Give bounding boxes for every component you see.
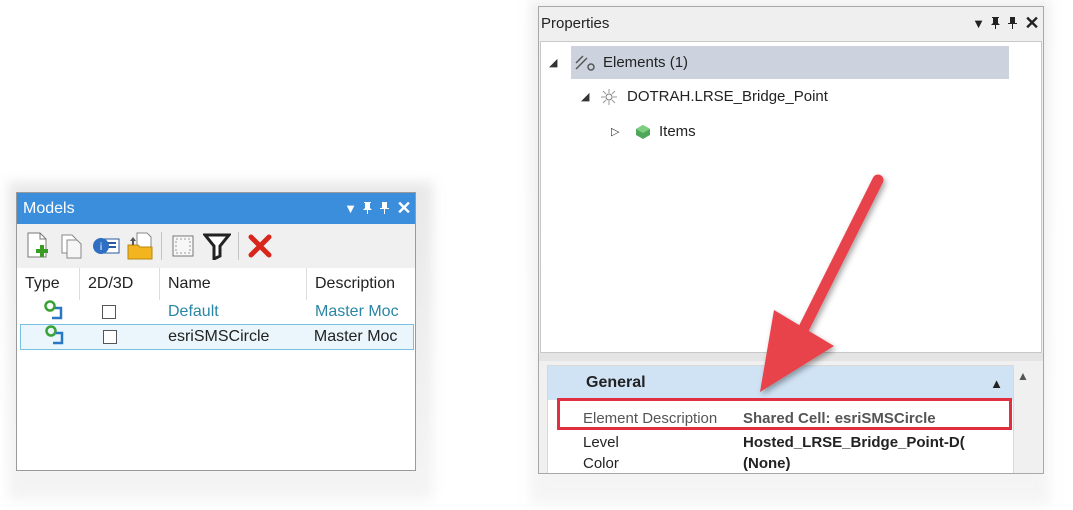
expand-toggle[interactable]: ▷ [611, 125, 635, 138]
design-model-icon [17, 299, 80, 325]
pin-icon[interactable] [987, 16, 1004, 32]
tree-item-elements[interactable]: ◢ Elements (1) [549, 46, 1009, 79]
filter-button[interactable] [202, 231, 232, 261]
dock-pin-icon[interactable] [1004, 16, 1021, 32]
property-label: Level [583, 433, 619, 451]
toolbar-separator [161, 232, 162, 260]
property-value: (None) [743, 454, 791, 472]
column-name[interactable]: Name [160, 268, 307, 300]
tree-item-items[interactable]: ▷ Items [611, 115, 696, 148]
close-button[interactable]: ✕ [393, 198, 415, 219]
column-2d3d[interactable]: 2D/3D [80, 268, 160, 300]
model-3d-checkbox[interactable] [102, 305, 116, 319]
copy-model-icon [61, 234, 82, 259]
property-row[interactable]: Level Hosted_LRSE_Bridge_Point-D( [583, 432, 965, 452]
models-panel: Models ▼ ✕ i Type 2D/3D Name Description… [16, 192, 416, 471]
property-value: Hosted_LRSE_Bridge_Point-D( [743, 433, 965, 451]
chevron-down-icon[interactable]: ▼ [970, 16, 987, 31]
svg-text:i: i [100, 242, 103, 253]
import-model-icon [127, 232, 153, 260]
delete-icon [248, 234, 272, 258]
collapse-icon[interactable]: ▲ [990, 376, 1003, 391]
expand-toggle[interactable]: ◢ [549, 56, 567, 69]
model-description: Master Moc [313, 328, 398, 345]
cell-icon [601, 88, 617, 105]
table-row[interactable]: esriSMSCircle Master Moc [20, 324, 414, 350]
items-icon [636, 124, 650, 139]
model-name: Default [168, 303, 219, 320]
tree-item-label: Items [659, 123, 696, 140]
model-name: esriSMSCircle [168, 328, 270, 345]
model-properties-button[interactable]: i [91, 231, 121, 261]
model-3d-checkbox[interactable] [102, 330, 117, 344]
pin-icon[interactable] [359, 201, 376, 217]
model-description: Master Moc [315, 303, 399, 320]
tree-item-element[interactable]: ◢ DOTRAH.LRSE_Bridge_Point [581, 80, 828, 113]
model-properties-icon: i [93, 238, 120, 254]
properties-title: Properties [541, 15, 610, 32]
tree-item-label: Elements (1) [603, 54, 689, 71]
close-button[interactable]: ✕ [1021, 13, 1043, 34]
property-label: Color [583, 454, 619, 472]
tree-item-label: DOTRAH.LRSE_Bridge_Point [627, 88, 828, 105]
elements-icon [575, 54, 595, 71]
red-arrow-annotation [760, 174, 884, 392]
expand-toggle[interactable]: ◢ [581, 90, 599, 103]
toolbar-separator [238, 232, 239, 260]
scroll-up-arrow[interactable]: ▲ [1017, 369, 1029, 383]
models-title-bar: Models ▼ ✕ [17, 193, 415, 224]
new-model-button[interactable] [23, 231, 53, 261]
design-model-icon [21, 324, 81, 350]
section-title: General [586, 374, 646, 391]
select-button[interactable] [168, 231, 198, 261]
models-toolbar: i [17, 224, 415, 268]
column-type[interactable]: Type [17, 268, 80, 300]
import-model-button[interactable] [125, 231, 155, 261]
models-title: Models [23, 199, 75, 217]
dock-pin-icon[interactable] [376, 201, 393, 217]
chevron-down-icon[interactable]: ▼ [342, 201, 359, 216]
table-row[interactable]: Default Master Moc [17, 299, 415, 325]
models-column-header: Type 2D/3D Name Description [17, 268, 415, 300]
column-description[interactable]: Description [307, 268, 415, 300]
select-icon [172, 235, 194, 257]
property-row[interactable]: Color (None) [583, 453, 791, 473]
properties-title-bar: Properties ▼ ✕ [539, 7, 1043, 40]
new-model-icon [27, 232, 48, 258]
copy-model-button[interactable] [57, 231, 87, 261]
filter-icon [203, 233, 231, 260]
delete-button[interactable] [245, 231, 275, 261]
